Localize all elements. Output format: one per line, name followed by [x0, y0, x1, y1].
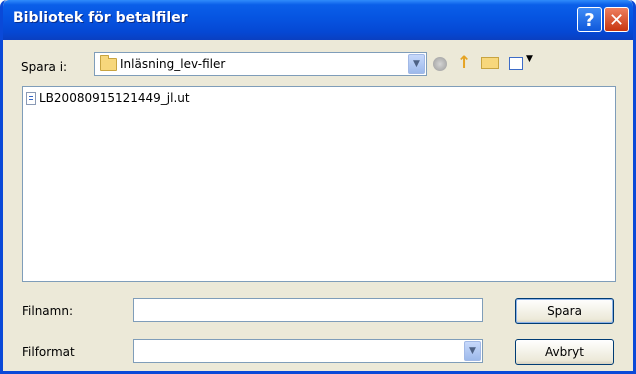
up-folder-icon[interactable]: ↑ [457, 54, 471, 72]
save-dialog: Bibliotek för betalfiler ? ✕ Spara i: In… [0, 0, 636, 374]
filename-label: Filnamn: [22, 304, 73, 318]
back-icon[interactable] [433, 57, 447, 71]
chevron-down-icon[interactable]: ▼ [464, 341, 481, 361]
file-name: LB20080915121449_jl.ut [39, 91, 190, 105]
filename-input[interactable] [133, 298, 483, 322]
look-in-label: Spara i: [21, 60, 68, 74]
help-button[interactable]: ? [577, 7, 602, 32]
window-title: Bibliotek för betalfiler [13, 10, 188, 26]
folder-icon [100, 55, 117, 71]
new-folder-icon[interactable] [481, 57, 499, 69]
view-menu-icon[interactable] [509, 57, 523, 70]
document-icon [26, 92, 36, 105]
chevron-down-icon[interactable]: ▼ [408, 54, 425, 74]
format-select[interactable]: ▼ [133, 339, 483, 363]
view-menu-arrow-icon[interactable]: ▼ [526, 54, 533, 64]
format-label: Filformat [22, 345, 75, 359]
look-in-value: Inläsning_lev-filer [120, 57, 226, 71]
look-in-dropdown[interactable]: Inläsning_lev-filer ▼ [94, 52, 427, 76]
file-list[interactable]: LB20080915121449_jl.ut [22, 86, 616, 282]
close-button[interactable]: ✕ [604, 7, 629, 32]
title-bar[interactable]: Bibliotek för betalfiler ? ✕ [3, 0, 633, 40]
save-button[interactable]: Spara [515, 298, 614, 324]
cancel-button[interactable]: Avbryt [515, 339, 614, 365]
